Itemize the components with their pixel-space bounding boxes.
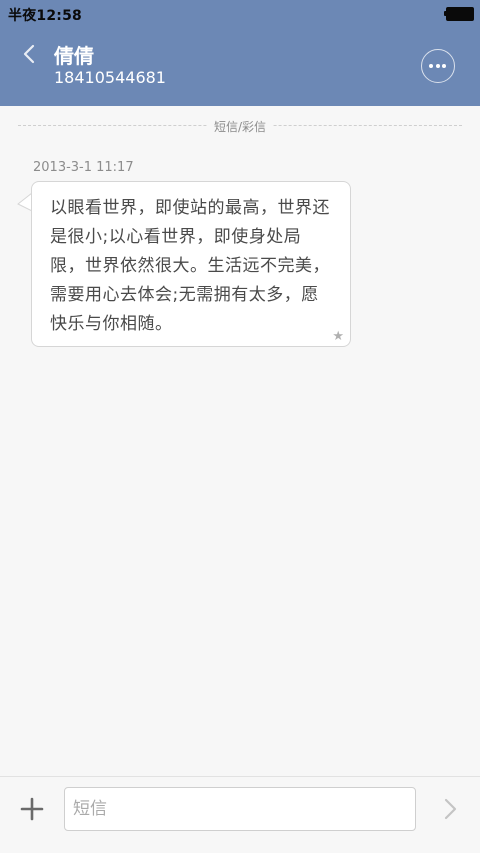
message-input[interactable]: [64, 787, 416, 831]
divider-label: 短信/彩信: [207, 120, 273, 134]
contact-name: 倩倩: [54, 44, 94, 68]
add-attachment-button[interactable]: [18, 795, 46, 823]
send-button[interactable]: [438, 795, 462, 823]
plus-icon: [20, 797, 44, 821]
message-type-divider: 短信/彩信: [18, 117, 462, 135]
more-options-button[interactable]: [421, 49, 455, 83]
chevron-right-icon: [444, 798, 457, 820]
header: 半夜12:58 倩倩 18410544681: [0, 0, 480, 106]
battery-icon: [444, 7, 474, 21]
message-text: 以眼看世界，即使站的最高，世界还是很小;以心看世界，即使身处局限，世界依然很大。…: [50, 198, 330, 334]
status-time: 半夜12:58: [8, 8, 82, 24]
back-button[interactable]: [16, 40, 44, 68]
message-bubble[interactable]: 以眼看世界，即使站的最高，世界还是很小;以心看世界，即使身处局限，世界依然很大。…: [31, 181, 351, 347]
message-timestamp: 2013-3-1 11:17: [33, 160, 134, 175]
chevron-left-icon: [23, 44, 35, 64]
star-icon: ★: [332, 329, 344, 344]
sms-conversation-screen: 半夜12:58 倩倩 18410544681 短信/彩信 2013-3-1 11…: [0, 0, 480, 853]
compose-bar: [0, 776, 480, 853]
contact-number: 18410544681: [54, 68, 166, 87]
status-bar: 半夜12:58: [0, 0, 480, 28]
